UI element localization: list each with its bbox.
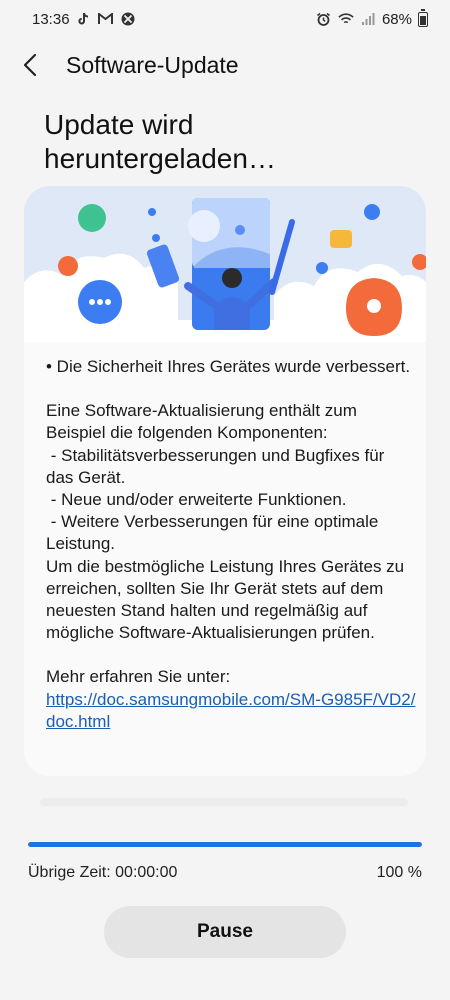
progress-percent-label: 100 % bbox=[376, 864, 422, 881]
battery-percent: 68% bbox=[381, 10, 412, 28]
gmail-icon bbox=[98, 11, 114, 27]
status-left: 13:36 bbox=[32, 11, 136, 28]
security-note: • Die Sicherheit Ihres Gerätes wurde ver… bbox=[46, 357, 411, 376]
components-intro: Eine Software-Aktualisierung enthält zum… bbox=[46, 401, 362, 443]
signal-icon bbox=[360, 11, 376, 27]
update-illustration bbox=[24, 186, 426, 342]
status-right: 68% bbox=[316, 8, 428, 28]
update-description: • Die Sicherheit Ihres Gerätes wurde ver… bbox=[46, 356, 416, 733]
pause-button[interactable]: Pause bbox=[104, 906, 346, 958]
chevron-left-icon bbox=[23, 53, 37, 77]
recommendation-text: Um die bestmögliche Leistung Ihres Gerät… bbox=[46, 556, 409, 643]
component-item: - Neue und/oder erweiterte Funktionen. bbox=[46, 490, 347, 510]
xbox-icon bbox=[120, 11, 136, 27]
remaining-time-label: Übrige Zeit: 00:00:00 bbox=[28, 864, 178, 881]
header-title: Software-Update bbox=[66, 51, 239, 78]
back-button[interactable] bbox=[0, 40, 60, 90]
component-item: - Weitere Verbesserungen für eine optima… bbox=[46, 512, 384, 554]
update-info-card: • Die Sicherheit Ihres Gerätes wurde ver… bbox=[24, 186, 426, 776]
alarm-icon bbox=[316, 11, 332, 27]
download-progress-bar bbox=[28, 842, 422, 847]
wifi-icon bbox=[338, 11, 354, 27]
battery-icon bbox=[418, 8, 428, 27]
illustration-graphic bbox=[24, 198, 426, 342]
progress-fill bbox=[28, 842, 422, 847]
scroll-indicator bbox=[40, 798, 408, 806]
tiktok-icon bbox=[76, 11, 92, 27]
documentation-link[interactable]: https://doc.samsungmobile.com/SM-G985F/V… bbox=[46, 690, 415, 731]
status-time: 13:36 bbox=[32, 10, 70, 28]
status-bar: 13:36 68% bbox=[0, 0, 450, 38]
component-item: - Stabilitätsverbesserungen und Bugfixes… bbox=[46, 445, 390, 487]
app-header: Software-Update bbox=[0, 40, 450, 90]
more-info-label: Mehr erfahren Sie unter: bbox=[46, 667, 231, 687]
page-title: Update wird heruntergeladen… bbox=[44, 109, 276, 174]
